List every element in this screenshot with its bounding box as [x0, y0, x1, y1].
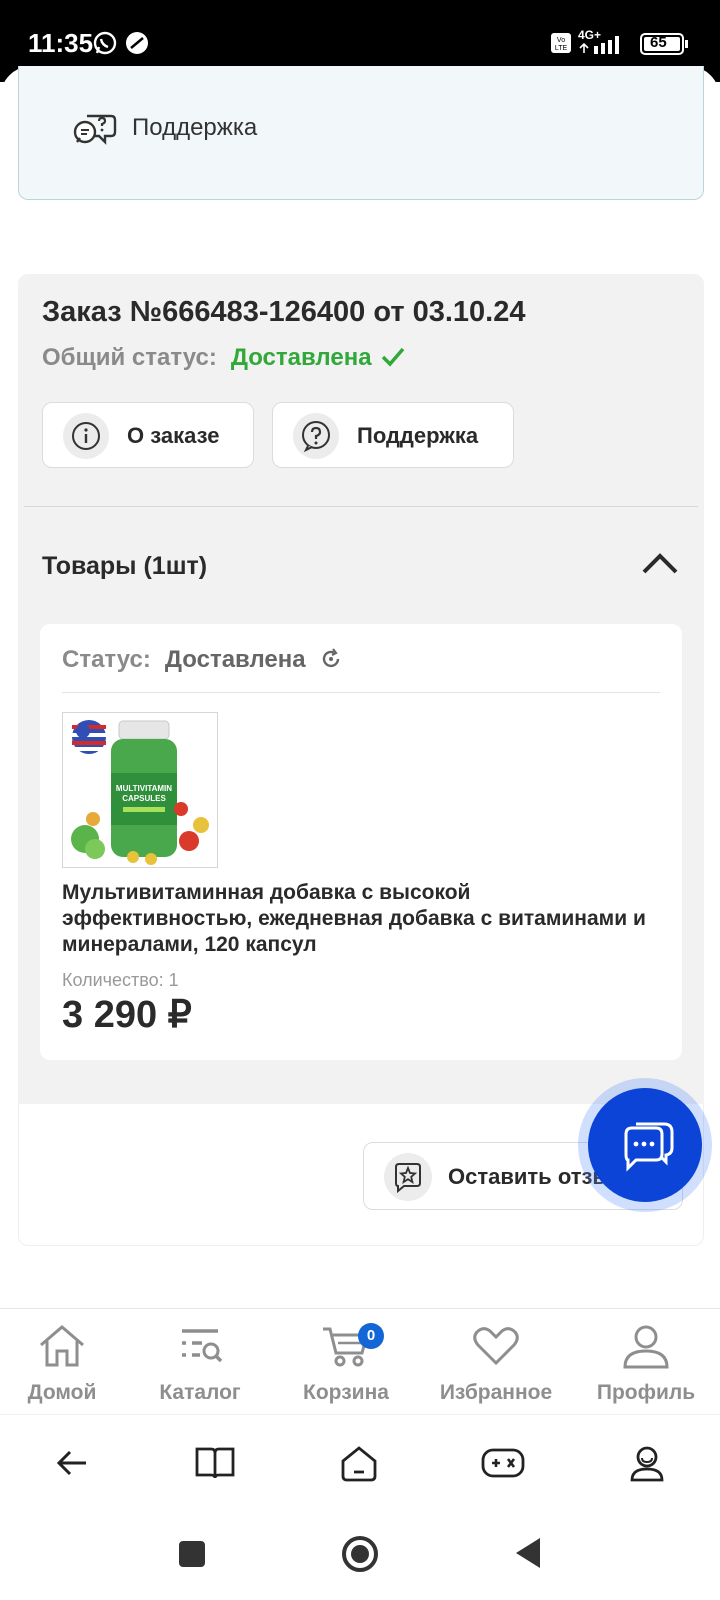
svg-text:CAPSULES: CAPSULES	[122, 794, 166, 803]
svg-text:LTE: LTE	[555, 45, 568, 52]
status-time: 11:35	[28, 28, 94, 58]
book-icon[interactable]	[194, 1445, 236, 1486]
checkmark-icon	[380, 346, 406, 375]
catalog-icon	[182, 1329, 223, 1363]
nav-profile[interactable]: Профиль	[574, 1309, 718, 1413]
info-icon	[63, 413, 109, 459]
home-tab-icon[interactable]	[338, 1445, 380, 1488]
recents-square-icon[interactable]	[178, 1540, 206, 1573]
cart-badge: 0	[358, 1323, 384, 1349]
back-triangle-icon[interactable]	[512, 1536, 542, 1575]
item-status: Статус: Доставлена	[62, 646, 342, 677]
home-icon	[40, 1325, 84, 1367]
nav-catalog-label: Каталог	[159, 1381, 241, 1404]
svg-text:MULTIVITAMIN: MULTIVITAMIN	[116, 784, 172, 793]
divider	[24, 506, 698, 507]
system-nav	[0, 1514, 720, 1600]
back-arrow-icon[interactable]	[52, 1445, 92, 1486]
bottom-nav: Домой Каталог 0 Корзина Избранное Профил…	[0, 1308, 720, 1412]
app-notification-icon	[124, 30, 150, 61]
support-chat-icon	[73, 108, 117, 153]
profile-icon	[623, 1325, 669, 1369]
support-label: Поддержка	[132, 114, 258, 141]
product-card[interactable]: Статус: Доставлена MULTIVITAMIN CAPSULES	[40, 624, 682, 1060]
star-review-icon	[384, 1153, 432, 1201]
nav-favorites-label: Избранное	[439, 1381, 553, 1404]
question-icon	[293, 413, 339, 459]
chat-button-inner	[588, 1088, 702, 1202]
nav-profile-label: Профиль	[596, 1381, 696, 1404]
order-panel: Заказ №666483-126400 от 03.10.24 Общий с…	[18, 274, 704, 1104]
refresh-icon	[320, 648, 342, 677]
chat-button[interactable]	[578, 1078, 712, 1212]
order-support-button[interactable]: Поддержка	[272, 402, 514, 468]
volte-icon: Vo LTE	[550, 32, 572, 59]
nav-cart-label: Корзина	[303, 1381, 389, 1404]
order-support-label: Поддержка	[357, 423, 479, 448]
order-status: Общий статус: Доставлена	[42, 344, 406, 375]
chevron-up-icon[interactable]	[640, 550, 680, 581]
nav-favorites[interactable]: Избранное	[424, 1309, 568, 1413]
product-image[interactable]: MULTIVITAMIN CAPSULES	[62, 712, 218, 868]
chat-bubbles-icon	[624, 1122, 674, 1172]
whatsapp-icon	[92, 30, 118, 61]
support-card[interactable]: Поддержка	[18, 66, 704, 200]
signal-icon	[578, 36, 624, 59]
nav-home[interactable]: Домой	[0, 1309, 134, 1413]
about-order-button[interactable]: О заказе	[42, 402, 254, 468]
order-title: Заказ №666483-126400 от 03.10.24	[42, 296, 526, 328]
item-status-value: Доставлена	[164, 646, 306, 673]
goods-title: Товары (1шт)	[42, 552, 208, 580]
item-divider	[62, 692, 660, 693]
order-status-value: Доставлена	[230, 344, 372, 371]
gamepad-icon[interactable]	[480, 1445, 526, 1486]
product-quantity: Количество: 1	[62, 970, 179, 990]
product-name[interactable]: Мультивитаминная добавка с высокой эффек…	[62, 880, 662, 958]
about-order-label: О заказе	[127, 423, 220, 448]
home-circle-icon[interactable]	[340, 1534, 380, 1579]
heart-icon	[473, 1327, 519, 1366]
svg-text:Vo: Vo	[557, 37, 565, 44]
nav-cart[interactable]: 0 Корзина	[274, 1309, 418, 1413]
vitamin-bottle-icon: MULTIVITAMIN CAPSULES	[71, 720, 209, 865]
battery-level: 65	[650, 34, 667, 51]
nav-home-label: Домой	[27, 1381, 97, 1404]
account-icon[interactable]	[628, 1445, 666, 1488]
product-price: 3 290 ₽	[62, 994, 192, 1036]
nav-catalog[interactable]: Каталог	[128, 1309, 272, 1413]
item-status-label: Статус:	[62, 646, 151, 673]
browser-toolbar	[0, 1414, 720, 1514]
order-status-label: Общий статус:	[42, 344, 217, 371]
